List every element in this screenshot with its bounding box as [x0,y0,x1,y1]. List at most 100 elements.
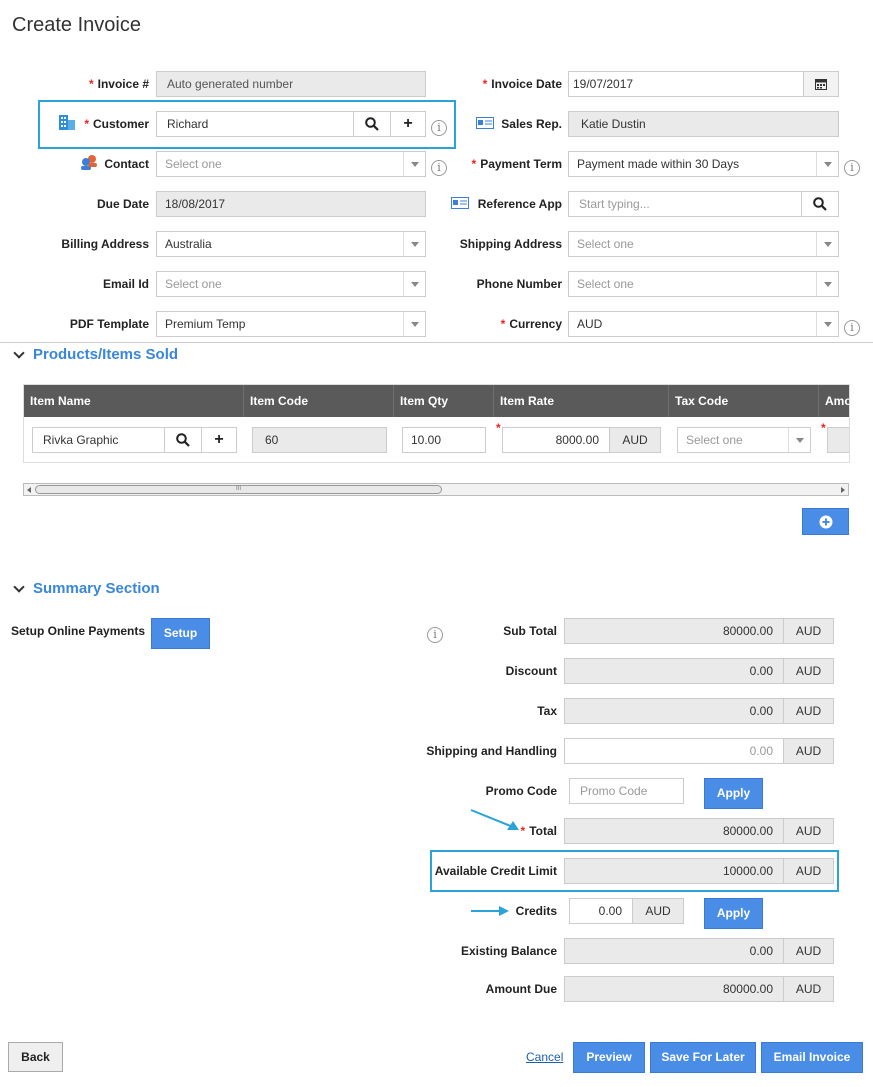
pdf-template-select[interactable]: Premium Temp [156,311,426,337]
promo-code-label: Promo Code [485,784,557,798]
tax-label: Tax [537,704,557,718]
summary-section-title[interactable]: Summary Section [33,580,160,597]
currency-label: * Currency [500,317,562,331]
promo-apply-button[interactable]: Apply [704,778,763,809]
shipping-handling-input[interactable]: 0.00 [564,738,784,764]
products-section-title[interactable]: Products/Items Sold [33,346,178,363]
chevron-down-icon [403,312,425,336]
reference-search-button[interactable] [801,191,839,217]
preview-button[interactable]: Preview [573,1042,645,1073]
currency-unit: AUD [783,938,834,964]
promo-code-input[interactable]: Promo Code [569,778,684,804]
total-label: * Total [520,824,557,838]
setup-online-payments-label: Setup Online Payments [11,624,146,638]
customer-search-button[interactable] [353,111,391,137]
credits-input[interactable]: 0.00 [569,898,633,924]
sub-total-label: Sub Total [503,624,557,638]
payment-term-select[interactable]: Payment made within 30 Days [568,151,839,177]
cancel-link[interactable]: Cancel [526,1050,563,1064]
item-code-field: 60 [252,427,387,453]
existing-balance-label: Existing Balance [460,944,557,958]
building-icon [59,115,75,130]
save-for-later-button[interactable]: Save For Later [650,1042,756,1073]
search-icon [365,117,379,131]
info-icon[interactable]: i [427,627,443,643]
reference-app-input[interactable]: Start typing... [568,191,802,217]
info-icon[interactable]: i [431,160,447,176]
email-invoice-button[interactable]: Email Invoice [761,1042,863,1073]
discount-label: Discount [505,664,557,678]
contact-select[interactable]: Select one [156,151,426,177]
invoice-date-label: * Invoice Date [482,77,562,91]
currency-select[interactable]: AUD [568,311,839,337]
chevron-down-icon [816,272,838,296]
credits-label: Credits [515,904,557,918]
currency-unit: AUD [783,658,834,684]
column-header: Item Code [244,385,394,417]
calendar-button[interactable] [803,71,839,97]
phone-number-select[interactable]: Select one [568,271,839,297]
email-id-label: Email Id [102,277,149,291]
item-rate-input[interactable]: 8000.00 [502,427,610,453]
info-icon[interactable]: i [844,160,860,176]
plus-icon: + [403,115,413,132]
item-add-button[interactable]: + [201,427,237,453]
chevron-down-icon [403,232,425,256]
column-header: Tax Code [669,385,819,417]
sales-rep-label: Sales Rep. [501,117,562,131]
info-icon[interactable]: i [431,120,447,136]
currency-unit: AUD [783,618,834,644]
customer-input[interactable]: Richard [156,111,354,137]
column-header: Amo [825,394,850,408]
currency-unit: AUD [783,976,834,1002]
id-card-icon [476,117,494,129]
payment-term-label: * Payment Term [471,157,562,171]
scroll-right-arrow[interactable] [841,487,845,493]
reference-app-label: Reference App [477,197,562,211]
billing-address-select[interactable]: Australia [156,231,426,257]
chevron-down-icon[interactable] [13,581,25,593]
arrow-icon [470,809,519,830]
item-qty-input[interactable]: 10.00 [402,427,486,453]
setup-button[interactable]: Setup [151,618,210,649]
currency-unit: AUD [783,698,834,724]
products-table: Item Name Item Code Item Qty Item Rate T… [23,384,850,463]
discount-field: 0.00 [564,658,784,684]
tax-field: 0.00 [564,698,784,724]
currency-unit: AUD [783,738,834,764]
back-button[interactable]: Back [8,1042,63,1072]
pdf-template-label: PDF Template [69,317,149,331]
shipping-address-select[interactable]: Select one [568,231,839,257]
credits-currency: AUD [632,898,684,924]
chevron-down-icon [816,152,838,176]
total-field: 80000.00 [564,818,784,844]
item-search-button[interactable] [164,427,202,453]
item-name-input[interactable]: Rivka Graphic [32,427,165,453]
customer-label: * Customer [84,117,149,131]
due-date-field: 18/08/2017 [156,191,426,217]
add-row-button[interactable] [802,508,849,535]
table-header: Item Name Item Code Item Qty Item Rate T… [24,385,850,417]
info-icon[interactable]: i [844,320,860,336]
credits-apply-button[interactable]: Apply [704,898,763,929]
required-marker: * [496,421,501,435]
tax-code-select[interactable]: Select one [677,427,811,453]
scroll-thumb[interactable]: III [35,485,442,494]
id-card-icon [451,197,469,209]
plus-icon: + [214,431,224,448]
email-id-select[interactable]: Select one [156,271,426,297]
shipping-handling-label: Shipping and Handling [426,744,557,758]
chevron-down-icon[interactable] [13,347,25,359]
contact-icon [81,155,97,170]
horizontal-scrollbar[interactable]: III [23,483,849,496]
shipping-address-label: Shipping Address [459,237,562,251]
column-header: Item Qty [394,385,494,417]
amount-due-field: 80000.00 [564,976,784,1002]
phone-number-label: Phone Number [476,277,562,291]
table-row: Rivka Graphic + 60 10.00 * 8000.00 AUD S… [24,417,849,462]
calendar-icon [815,79,827,90]
customer-add-button[interactable]: + [390,111,426,137]
scroll-left-arrow[interactable] [27,487,31,493]
invoice-date-input[interactable]: 19/07/2017 [568,71,804,97]
chevron-down-icon [403,152,425,176]
